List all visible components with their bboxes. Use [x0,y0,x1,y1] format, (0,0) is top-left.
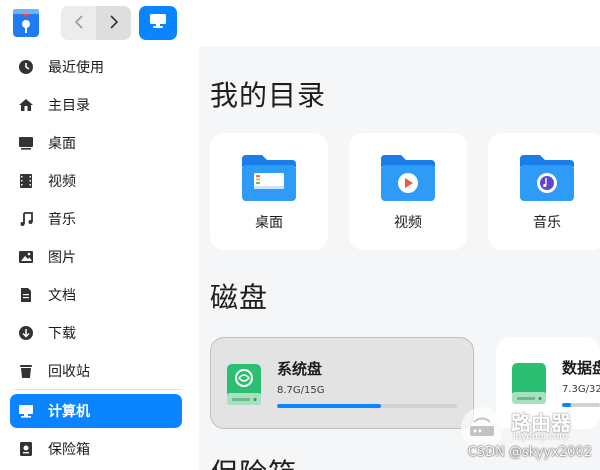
trash-icon [18,363,34,379]
sidebar-item-trash[interactable]: 回收站 [10,354,182,388]
sidebar-item-label: 回收站 [48,364,90,380]
clock-icon [18,59,34,75]
disk-usage-bar [277,404,457,408]
monitor-icon [149,13,167,33]
file-manager-logo-icon [12,8,40,38]
sidebar-item-recent[interactable]: 最近使用 [10,50,182,84]
sidebar-item-label: 桌面 [48,136,76,152]
document-icon [18,287,34,303]
title-bar [0,0,600,46]
film-icon [18,173,34,189]
video-folder-icon [379,153,437,203]
disks-title: 磁盘 [210,281,269,314]
sidebar-item-desktop[interactable]: 桌面 [10,126,182,160]
forward-button[interactable] [96,6,131,40]
computer-view-button[interactable] [139,6,177,40]
history-navigation [61,6,131,40]
watermark-site: luyouqi.com [513,432,569,442]
sidebar-item-pictures[interactable]: 图片 [10,240,182,274]
sidebar-item-home[interactable]: 主目录 [10,88,182,122]
my-directory-title: 我的目录 [210,79,327,112]
vault-title: 保险箱 [210,452,297,470]
download-icon [18,325,34,341]
chevron-left-icon [74,14,84,33]
directory-card-desktop[interactable]: 桌面 [210,133,328,250]
sidebar-item-documents[interactable]: 文档 [10,278,182,312]
sidebar-item-label: 计算机 [48,404,90,420]
sidebar-item-downloads[interactable]: 下载 [10,316,182,350]
router-logo-icon [460,406,504,450]
sidebar-item-videos[interactable]: 视频 [10,164,182,198]
sidebar-item-music[interactable]: 音乐 [10,202,182,236]
sidebar-item-computer[interactable]: 计算机 [10,394,182,428]
directory-card-music[interactable]: 音乐 [488,133,600,250]
computer-icon [18,403,34,419]
sidebar-item-label: 下载 [48,326,76,342]
sidebar-item-label: 主目录 [48,98,90,114]
sidebar-item-vault[interactable]: 保险箱 [10,432,182,466]
sidebar-item-label: 最近使用 [48,60,104,76]
chevron-right-icon [109,14,119,33]
home-icon [18,97,34,113]
music-note-icon [18,211,34,227]
sidebar-item-label: 视频 [48,174,76,190]
sidebar-divider [14,389,182,390]
directory-card-label: 音乐 [533,215,561,231]
watermark-csdn: CSDN @skyyx2002 [467,445,592,460]
system-disk-icon [226,363,262,407]
safe-icon [18,441,34,457]
directory-card-videos[interactable]: 视频 [349,133,467,250]
desktop-folder-icon [240,153,298,203]
data-disk-icon [511,362,547,406]
sidebar-item-label: 文档 [48,288,76,304]
disk-usage: 7.3G/32 [562,384,600,395]
music-folder-icon [518,153,576,203]
directory-card-label: 桌面 [255,215,283,231]
disk-name: 数据盘 [562,359,600,377]
sidebar: 最近使用 主目录 桌面 视频 音乐 图片 文档 下载 回收站 计算机 保险箱 [0,46,199,470]
disk-card-system[interactable]: 系统盘 8.7G/15G [210,337,474,429]
disk-usage: 8.7G/15G [277,385,325,396]
sidebar-item-label: 保险箱 [48,442,90,458]
image-icon [18,249,34,265]
sidebar-item-label: 音乐 [48,212,76,228]
disk-name: 系统盘 [277,360,323,378]
disk-usage-fill [277,404,382,408]
desktop-icon [18,135,34,151]
directory-card-label: 视频 [394,215,422,231]
sidebar-item-label: 图片 [48,250,76,266]
back-button[interactable] [61,6,96,40]
